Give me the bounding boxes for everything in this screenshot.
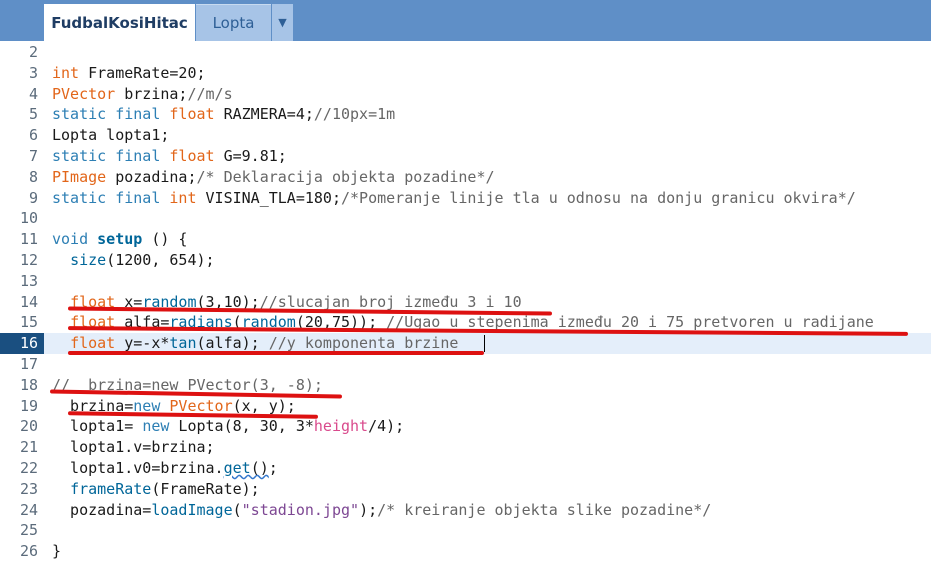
line-number: 25 (19, 521, 38, 540)
code-text[interactable]: static final int VISINA_TLA=180;/*Pomera… (52, 188, 856, 209)
line-number: 17 (19, 355, 38, 373)
code-line[interactable]: 24 pozadina=loadImage("stadion.jpg");/* … (0, 500, 931, 521)
code-line[interactable]: 25 (0, 520, 931, 541)
line-number: 7 (28, 147, 38, 165)
code-line[interactable]: 22 lopta1.v0=brzina.get(); (0, 458, 931, 479)
annotation-underline (68, 351, 484, 355)
code-line[interactable]: 11 void setup () { (0, 229, 931, 250)
tab-bar: FudbalKosiHitac Lopta ▼ (0, 0, 931, 41)
tab-menu-dropdown[interactable]: ▼ (272, 4, 293, 41)
line-number: 20 (19, 417, 38, 436)
tab-fudbalkosihitac[interactable]: FudbalKosiHitac (44, 4, 195, 41)
code-line[interactable]: 3 int FrameRate=20; (0, 63, 931, 84)
code-text[interactable]: lopta1= new Lopta(8, 30, 3*height/4); (52, 416, 404, 437)
line-number: 8 (28, 167, 38, 186)
line-number: 3 (28, 63, 38, 82)
code-line[interactable]: 12 size(1200, 654); (0, 250, 931, 271)
code-text[interactable]: Lopta lopta1; (52, 125, 169, 146)
line-number: 22 (19, 459, 38, 477)
line-number: 5 (28, 105, 38, 124)
line-number: 19 (19, 396, 38, 415)
chevron-down-icon: ▼ (278, 16, 287, 29)
line-number: 18 (19, 375, 38, 394)
code-text[interactable]: static final float G=9.81; (52, 146, 287, 167)
code-text[interactable]: pozadina=loadImage("stadion.jpg");/* kre… (52, 500, 711, 521)
code-text[interactable]: void setup () { (52, 229, 187, 250)
code-text[interactable]: int FrameRate=20; (52, 63, 206, 84)
code-text[interactable]: static final float RAZMERA=4;//10px=1m (52, 104, 395, 125)
line-number: 21 (19, 438, 38, 457)
code-line[interactable]: 9 static final int VISINA_TLA=180;/*Pomer… (0, 188, 931, 209)
code-line[interactable]: 13 (0, 271, 931, 292)
line-number: 2 (28, 43, 38, 61)
code-text[interactable]: PImage pozadina;/* Deklaracija objekta p… (52, 167, 495, 188)
line-number: 13 (19, 271, 38, 290)
code-line[interactable]: 6 Lopta lopta1; (0, 125, 931, 146)
line-number: 4 (28, 84, 38, 103)
code-line[interactable]: 17 (0, 354, 931, 375)
line-number: 16 (0, 333, 44, 355)
code-text[interactable]: size(1200, 654); (52, 250, 215, 271)
code-line[interactable]: 21 lopta1.v=brzina; (0, 437, 931, 458)
line-number: 11 (19, 230, 38, 249)
code-text[interactable]: } (52, 541, 61, 562)
code-text[interactable]: lopta1.v0=brzina.get(); (52, 458, 278, 479)
code-text[interactable]: PVector brzina;//m/s (52, 84, 233, 105)
line-number: 9 (28, 188, 38, 207)
line-number: 12 (19, 251, 38, 269)
line-number: 23 (19, 479, 38, 498)
line-number: 10 (19, 209, 38, 228)
code-line[interactable]: 4 PVector brzina;//m/s (0, 84, 931, 105)
line-number: 26 (19, 542, 38, 561)
text-caret (484, 335, 485, 353)
tab-lopta[interactable]: Lopta (196, 4, 271, 41)
code-line[interactable]: 8 PImage pozadina;/* Deklaracija objekta … (0, 167, 931, 188)
code-text[interactable]: frameRate(FrameRate); (52, 479, 260, 500)
line-number: 24 (19, 500, 38, 519)
code-line[interactable]: 5 static final float RAZMERA=4;//10px=1m (0, 104, 931, 125)
code-line[interactable]: 7 static final float G=9.81; (0, 146, 931, 167)
line-number: 15 (19, 313, 38, 332)
code-line[interactable]: 20 lopta1= new Lopta(8, 30, 3*height/4); (0, 416, 931, 437)
code-text[interactable]: lopta1.v=brzina; (52, 437, 215, 458)
code-line[interactable]: 10 (0, 208, 931, 229)
code-line[interactable]: 26} (0, 541, 931, 562)
code-line[interactable]: 2 (0, 42, 931, 63)
line-number: 6 (28, 126, 38, 145)
code-line[interactable]: 23 frameRate(FrameRate); (0, 479, 931, 500)
line-number: 14 (19, 292, 38, 311)
